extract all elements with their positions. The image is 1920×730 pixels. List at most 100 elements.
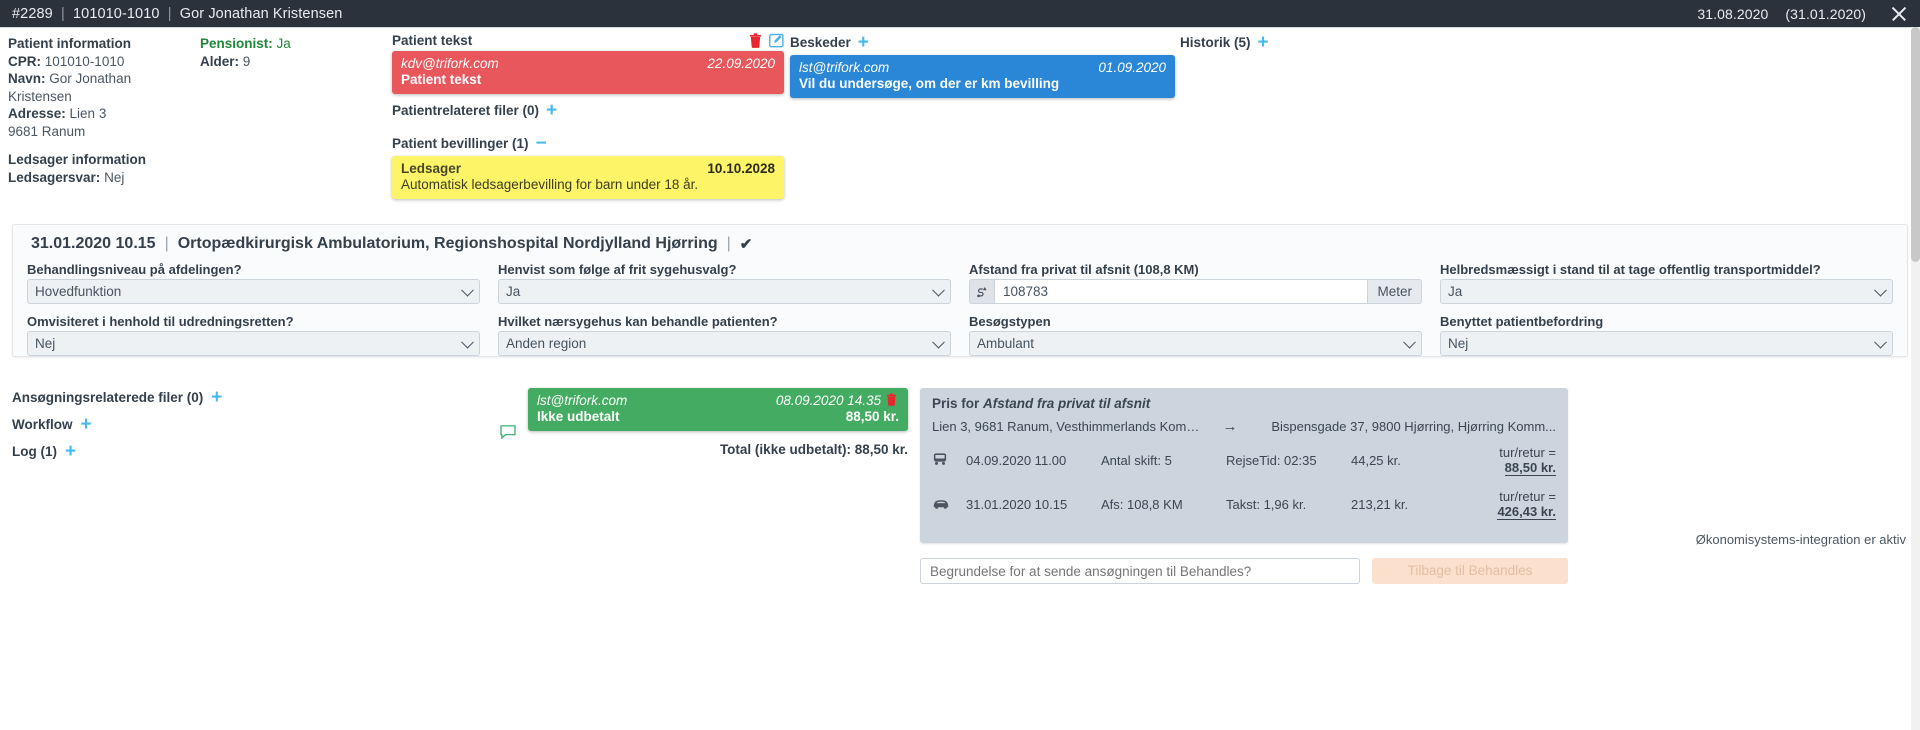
link-label: Log (1) — [12, 444, 57, 459]
case-id: #2289 — [12, 5, 53, 22]
patientbefordring-select[interactable]: Nej — [1440, 331, 1893, 356]
field-value: Anden region — [506, 336, 587, 351]
bevilling-note[interactable]: Ledsager 10.10.2028 Automatisk ledsagerb… — [392, 156, 784, 199]
historik-header: Historik (5) + — [1180, 33, 1480, 52]
date-primary: 31.08.2020 — [1697, 5, 1769, 22]
beskeder-column: Beskeder + lst@trifork.com 01.09.2020 Vi… — [790, 33, 1175, 107]
lower-links: Ansøgningsrelaterede filer (0) + Workflo… — [12, 388, 512, 471]
naersygehus-select[interactable]: Anden region — [498, 331, 951, 356]
add-file-plus-icon[interactable]: + — [546, 101, 557, 120]
scrollbar-thumb[interactable] — [1911, 27, 1920, 262]
besked-body: Vil du undersøge, om der er km bevilling — [799, 76, 1060, 91]
besoegstypen-select[interactable]: Ambulant — [969, 331, 1422, 356]
comment-bubble-icon[interactable] — [500, 425, 516, 443]
reason-input[interactable] — [920, 558, 1360, 584]
patient-tekst-heading: Patient tekst — [392, 33, 473, 48]
field-label: Helbredsmæssigt i stand til at tage offe… — [1440, 262, 1821, 277]
expand-historik-plus-icon[interactable]: + — [1258, 33, 1269, 52]
afstand-input-group[interactable]: 108783 Meter — [969, 279, 1422, 304]
field-afstand-privat-afsnit: Afstand fra privat til afsnit (108,8 KM)… — [969, 262, 1422, 304]
patient-tekst-column: Patient tekst kdv@trifork.com 22.09.2020… — [392, 33, 784, 208]
patient-tekst-note[interactable]: kdv@trifork.com 22.09.2020 Patient tekst — [392, 51, 784, 94]
field-label: Besøgstypen — [969, 314, 1051, 329]
application-root: #2289 | 101010-1010 | Gor Jonathan Krist… — [0, 0, 1920, 730]
field-value: Hovedfunktion — [35, 284, 122, 299]
trip-price: 213,21 kr. — [1351, 497, 1409, 512]
henvist-select[interactable]: Ja — [498, 279, 951, 304]
field-besoegstypen: Besøgstypen Ambulant — [969, 314, 1422, 356]
link-label: Ansøgningsrelaterede filer (0) — [12, 390, 204, 405]
adresse-line2: 9681 Ranum — [8, 123, 86, 139]
patientrelateret-filer-label: Patientrelateret filer (0) — [392, 103, 540, 118]
price-address-row: Lien 3, 9681 Ranum, Vesthimmerlands Komm… — [932, 418, 1556, 435]
link-log[interactable]: Log (1) + — [12, 442, 512, 461]
patient-cpr-title: 101010-1010 — [72, 5, 160, 22]
to-address: Bispensgade 37, 9800 Hjørring, Hjørring … — [1271, 419, 1556, 434]
trip-price: 44,25 kr. — [1351, 453, 1401, 468]
visit-sep-2: | — [726, 235, 731, 252]
patientrelateret-filer-header: Patientrelateret filer (0) + — [392, 101, 784, 120]
visit-datetime: 31.01.2020 10.15 — [31, 235, 156, 252]
adresse-label: Adresse: — [8, 106, 66, 121]
vertical-scrollbar[interactable] — [1911, 27, 1920, 730]
ledsagersvar-value: Nej — [104, 169, 125, 185]
afstand-unit: Meter — [1368, 279, 1422, 304]
check-icon: ✔ — [739, 236, 753, 253]
note-body: Patient tekst — [401, 72, 482, 87]
price-title-prefix: Pris for — [932, 396, 984, 411]
field-label: Hvilket nærsygehus kan behandle patiente… — [498, 314, 778, 329]
patient-cpr-row: CPR: 101010-1010 — [8, 53, 193, 71]
afstand-input[interactable]: 108783 — [994, 279, 1369, 304]
visit-location: Ortopædkirurgisk Ambulatorium, Regionsho… — [177, 235, 718, 252]
helbredsmaessigt-select[interactable]: Ja — [1440, 279, 1893, 304]
add-ansoegningsfil-plus-icon[interactable]: + — [211, 388, 222, 407]
expand-log-plus-icon[interactable]: + — [65, 442, 76, 461]
visit-form-row-1: Behandlingsniveau på afdelingen? Hovedfu… — [13, 262, 1907, 304]
note-date: 22.09.2020 — [707, 56, 775, 71]
trash-icon[interactable] — [886, 393, 899, 408]
add-besked-plus-icon[interactable]: + — [858, 33, 869, 52]
link-label: Workflow — [12, 417, 73, 432]
behandlingsniveau-select[interactable]: Hovedfunktion — [27, 279, 480, 304]
patient-bevillinger-header: Patient bevillinger (1) − — [392, 134, 784, 153]
link-ansoegningsrelaterede-filer[interactable]: Ansøgningsrelaterede filer (0) + — [12, 388, 512, 407]
trip-detail-2: Takst: 1,96 kr. — [1226, 497, 1307, 512]
historik-column: Historik (5) + — [1180, 33, 1480, 55]
collapse-bevillinger-icon[interactable]: − — [536, 134, 547, 153]
payment-note[interactable]: lst@trifork.com 08.09.2020 14.35 Ikke ud… — [528, 388, 908, 431]
link-workflow[interactable]: Workflow + — [12, 415, 512, 434]
omvisiteret-select[interactable]: Nej — [27, 331, 480, 356]
trip-row-bus: 04.09.2020 11.00 Antal skift: 5 RejseTid… — [932, 445, 1556, 476]
visit-title: 31.01.2020 10.15 | Ortopædkirurgisk Ambu… — [13, 225, 1907, 262]
chevron-down-icon — [1874, 335, 1887, 349]
payment-from: lst@trifork.com — [537, 393, 628, 408]
besked-note[interactable]: lst@trifork.com 01.09.2020 Vil du unders… — [790, 55, 1175, 98]
expand-workflow-plus-icon[interactable]: + — [81, 415, 92, 434]
trash-icon[interactable] — [749, 33, 762, 48]
tilbage-til-behandles-button[interactable]: Tilbage til Behandles — [1372, 558, 1568, 584]
alder-value: 9 — [242, 53, 251, 69]
patient-name-row: Navn: Gor Jonathan Kristensen — [8, 70, 193, 105]
field-label: Omvisiteret i henhold til udredningsrett… — [27, 314, 294, 329]
ledsagersvar-row: Ledsagersvar: Nej — [8, 169, 193, 187]
economy-integration-note: Økonomisystems-integration er aktiv — [1695, 532, 1906, 547]
besked-date: 01.09.2020 — [1098, 60, 1166, 75]
field-behandlingsniveau: Behandlingsniveau på afdelingen? Hovedfu… — [27, 262, 480, 304]
historik-label: Historik (5) — [1180, 35, 1251, 50]
trip-roundtrip-value: 426,43 kr. — [1497, 504, 1556, 520]
visit-panel: 31.01.2020 10.15 | Ortopædkirurgisk Ambu… — [12, 224, 1908, 357]
from-address: Lien 3, 9681 Ranum, Vesthimmerlands Komm… — [932, 419, 1200, 434]
trip-datetime: 31.01.2020 10.15 — [966, 497, 1068, 512]
beskeder-header: Beskeder + — [790, 33, 1175, 52]
bevilling-date: 10.10.2028 — [707, 161, 775, 176]
close-icon[interactable] — [1890, 5, 1908, 23]
bus-icon — [932, 452, 966, 469]
patient-name-title: Gor Jonathan Kristensen — [179, 5, 343, 22]
patient-information-heading: Patient information — [8, 36, 132, 51]
edit-icon[interactable] — [769, 33, 784, 48]
car-icon — [932, 497, 966, 513]
arrow-right-icon: → — [1222, 418, 1238, 435]
field-label: Afstand fra privat til afsnit (108,8 KM) — [969, 262, 1199, 277]
besked-from: lst@trifork.com — [799, 60, 890, 75]
visit-sep-1: | — [164, 235, 169, 252]
